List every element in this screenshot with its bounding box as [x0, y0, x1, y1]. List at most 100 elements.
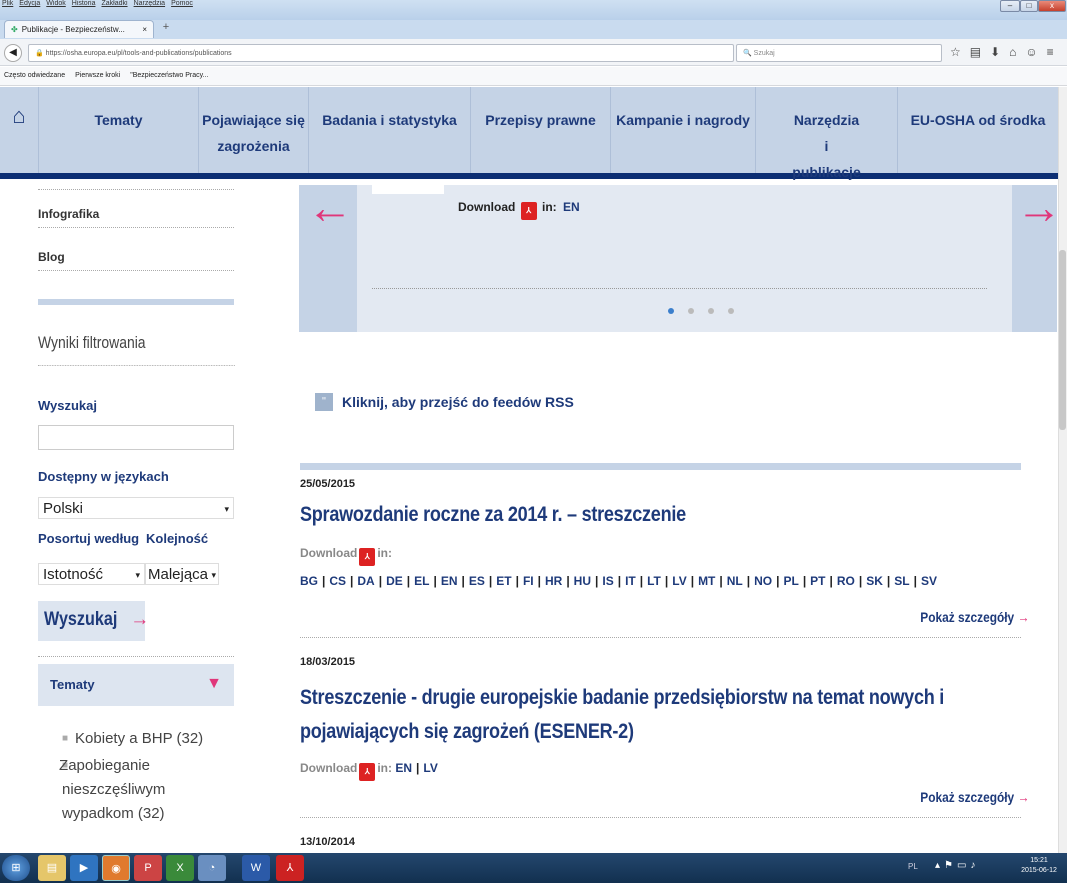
rss-icon[interactable]: ʺ: [315, 393, 333, 411]
pub-date: 18/03/2015: [300, 656, 356, 668]
pub-title[interactable]: Streszczenie - drugie europejskie badani…: [300, 681, 1014, 749]
search-icon: 🔍: [743, 50, 752, 57]
download-label: Download: [458, 200, 516, 214]
bookmarks-bar: Często odwiedzane Pierwsze kroki "Bezpie…: [0, 67, 1067, 86]
lang-link[interactable]: DA: [357, 574, 374, 588]
menu-view[interactable]: Widok: [46, 0, 65, 10]
nav-tools-publications[interactable]: Narzędzia i publikacje: [755, 87, 897, 180]
rss-link[interactable]: Kliknij, aby przejść do feedów RSS: [342, 394, 574, 410]
sidebar-item-blog[interactable]: Blog: [38, 250, 234, 271]
acrobat-icon[interactable]: ⅄: [276, 855, 304, 881]
menu-edit[interactable]: Edycja: [19, 0, 40, 10]
explorer-icon[interactable]: ▤: [38, 855, 66, 881]
show-details-link[interactable]: Pokaż szczegóły →: [920, 609, 1029, 625]
tray-icons[interactable]: ▴⚑▭♪: [935, 860, 979, 871]
lang-link[interactable]: MT: [698, 574, 715, 588]
topics-toggle[interactable]: Tematy ▼: [38, 664, 234, 706]
lang-link[interactable]: CS: [329, 574, 346, 588]
tab-close-icon[interactable]: ×: [142, 25, 147, 34]
search-input[interactable]: [38, 425, 234, 450]
new-tab-button[interactable]: +: [158, 21, 174, 37]
lang-link[interactable]: EN: [563, 200, 580, 214]
clock[interactable]: 15:21 2015-06-12: [1014, 856, 1064, 876]
lang-link[interactable]: SL: [894, 574, 909, 588]
browser-tab[interactable]: ✤ Publikacje - Bezpieczeństw... ×: [4, 20, 154, 38]
lang-link[interactable]: SK: [866, 574, 883, 588]
pub-title[interactable]: Sprawozdanie roczne za 2014 r. – streszc…: [300, 503, 1022, 527]
lang-link[interactable]: EN: [395, 761, 412, 775]
app-icon[interactable]: ◔: [198, 855, 226, 881]
carousel-next-icon[interactable]: →: [1016, 180, 1062, 234]
lang-link[interactable]: DE: [386, 574, 403, 588]
language-indicator[interactable]: PL: [908, 862, 918, 871]
lang-link[interactable]: HR: [545, 574, 562, 588]
lang-link[interactable]: LT: [647, 574, 661, 588]
scrollbar-thumb[interactable]: [1059, 250, 1066, 430]
lang-link[interactable]: BG: [300, 574, 318, 588]
order-value: Malejąca: [148, 566, 209, 583]
bookmark-most-visited[interactable]: Często odwiedzane: [4, 72, 65, 80]
lang-link[interactable]: ET: [496, 574, 511, 588]
home-icon[interactable]: ⌂: [0, 87, 38, 173]
list-item[interactable]: ■ Kobiety a BHP (32): [46, 727, 236, 751]
carousel-dot[interactable]: [668, 308, 674, 314]
powerpoint-icon[interactable]: P: [134, 855, 162, 881]
nav-topics[interactable]: Tematy: [38, 87, 198, 173]
show-details-link[interactable]: Pokaż szczegóły →: [920, 789, 1029, 805]
lang-link[interactable]: FI: [523, 574, 534, 588]
language-select[interactable]: Polski ▾: [38, 497, 234, 519]
browser-search-input[interactable]: 🔍 Szukaj: [736, 44, 942, 62]
nav-emerging-risks[interactable]: Pojawiające się zagrożenia: [198, 87, 308, 173]
lang-link[interactable]: HU: [574, 574, 591, 588]
nav-about[interactable]: EU-OSHA od środka: [897, 87, 1058, 173]
media-player-icon[interactable]: ▶: [70, 855, 98, 881]
nav-research[interactable]: Badania i statystyka: [308, 87, 470, 173]
lang-link[interactable]: EN: [441, 574, 458, 588]
menu-tools[interactable]: Narzędzia: [134, 0, 166, 10]
clock-date: 2015-06-12: [1021, 867, 1057, 874]
bookmark-getting-started[interactable]: Pierwsze kroki: [75, 72, 120, 80]
lang-link[interactable]: ES: [469, 574, 485, 588]
divider: [38, 656, 234, 657]
sidebar-item-infographic[interactable]: Infografika: [38, 207, 234, 228]
carousel-dot[interactable]: [728, 308, 734, 314]
word-icon[interactable]: W: [242, 855, 270, 881]
menu-history[interactable]: Historia: [72, 0, 96, 10]
excel-icon[interactable]: X: [166, 855, 194, 881]
close-window-button[interactable]: x: [1038, 0, 1066, 12]
carousel-dot[interactable]: [688, 308, 694, 314]
show-details-label: Pokaż szczegóły: [919, 789, 1014, 805]
maximize-button[interactable]: □: [1020, 0, 1038, 12]
menu-help[interactable]: Pomoc: [171, 0, 193, 10]
order-select[interactable]: Malejąca ▾: [145, 563, 219, 585]
carousel-dot[interactable]: [708, 308, 714, 314]
firefox-icon[interactable]: ◉: [102, 855, 130, 881]
lang-link[interactable]: NO: [754, 574, 772, 588]
lang-link[interactable]: PT: [810, 574, 825, 588]
toolbar-icons[interactable]: ☆▤⬇⌂☺≡: [950, 45, 1063, 59]
start-button[interactable]: ⊞: [2, 855, 30, 881]
lang-link[interactable]: SV: [921, 574, 937, 588]
in-label: in:: [542, 200, 557, 214]
lang-link[interactable]: RO: [837, 574, 855, 588]
menu-file[interactable]: Plik: [2, 0, 13, 10]
nav-campaigns[interactable]: Kampanie i nagrody: [610, 87, 755, 173]
lang-link[interactable]: NL: [727, 574, 743, 588]
checkbox-icon[interactable]: ■: [62, 733, 68, 744]
back-button[interactable]: ◀: [4, 44, 22, 62]
lang-link[interactable]: IT: [625, 574, 636, 588]
list-item[interactable]: ■Zapobieganie nieszczęśliwym wypadkom (3…: [46, 754, 236, 826]
sort-select[interactable]: Istotność ▾: [38, 563, 145, 585]
carousel-prev-icon[interactable]: ←: [307, 180, 353, 234]
nav-legislation[interactable]: Przepisy prawne: [470, 87, 610, 173]
lang-link[interactable]: LV: [423, 761, 437, 775]
lang-link[interactable]: PL: [783, 574, 798, 588]
lang-link[interactable]: IS: [602, 574, 613, 588]
bookmark-safety[interactable]: "Bezpieczeństwo Pracy...: [130, 72, 208, 80]
lang-link[interactable]: LV: [672, 574, 686, 588]
menu-bookmarks[interactable]: Zakładki: [101, 0, 127, 10]
url-bar[interactable]: 🔒 https://osha.europa.eu/pl/tools-and-pu…: [28, 44, 734, 62]
search-button[interactable]: Wyszukaj →: [38, 601, 149, 641]
lang-link[interactable]: EL: [414, 574, 429, 588]
minimize-button[interactable]: –: [1000, 0, 1020, 12]
